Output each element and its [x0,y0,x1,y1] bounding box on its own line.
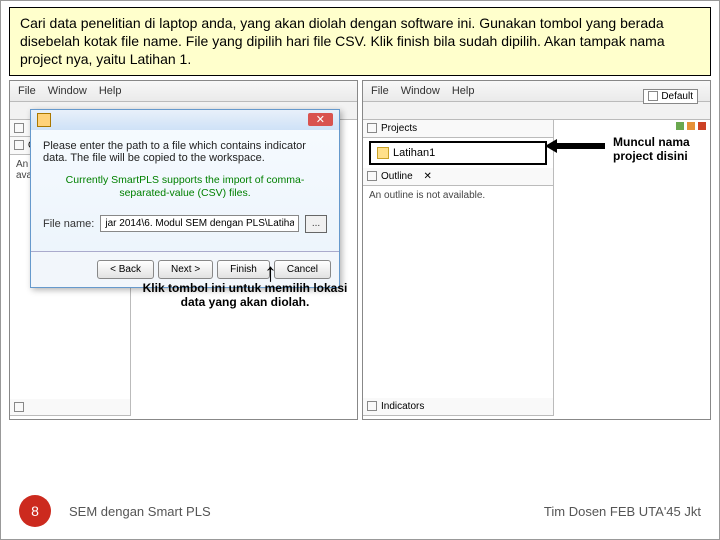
toolbar-right: Default [363,102,710,120]
finish-button[interactable]: Finish [217,260,270,279]
page-number: 8 [19,495,51,527]
menubar: File Window Help [10,81,357,102]
menu-window[interactable]: Window [48,85,87,97]
project-tree-item[interactable]: Latihan1 [369,141,547,165]
menu-help[interactable]: Help [99,85,122,97]
browse-button[interactable]: ... [305,215,327,233]
close-icon[interactable]: ✕ [423,171,431,182]
footer-title: SEM dengan Smart PLS [69,504,211,519]
menu-file[interactable]: File [18,85,36,97]
back-button[interactable]: < Back [97,260,154,279]
outline-message: An outline is not available. [363,186,553,398]
indicators-pane-head: Indicators [363,398,553,416]
outline-pane-head: Outline ✕ [363,168,553,186]
dialog-icon [37,113,51,127]
default-badge[interactable]: Default [643,89,698,104]
arrow-left-icon [545,139,605,158]
cancel-button[interactable]: Cancel [274,260,331,279]
slide-footer: 8 SEM dengan Smart PLS Tim Dosen FEB UTA… [1,495,719,527]
annotation-project-name: Muncul nama project disini [613,135,710,164]
dialog-format-note: Currently SmartPLS supports the import o… [43,174,327,201]
dialog-intro: Please enter the path to a file which co… [43,140,327,164]
file-name-input[interactable] [100,215,299,232]
import-dialog: ✕ Please enter the path to a file which … [30,109,340,288]
footer-author: Tim Dosen FEB UTA'45 Jkt [544,504,701,519]
close-icon[interactable]: ✕ [308,113,333,126]
screenshot-right: File Window Help Default Projects Latiha… [362,80,711,420]
file-name-label: File name: [43,218,94,230]
annotation-browse: Klik tombol ini untuk memilih lokasi dat… [140,281,350,309]
indicators-pane-head [10,399,130,416]
projects-pane-head: Projects [363,120,553,138]
indicator-status-icons [554,120,710,132]
menu-help[interactable]: Help [452,85,475,97]
screenshot-left: File Window Help O An outline is not ava… [9,80,358,420]
folder-icon [377,147,389,159]
project-name-label: Latihan1 [393,147,435,159]
menu-window[interactable]: Window [401,85,440,97]
instruction-callout: Cari data penelitian di laptop anda, yan… [9,7,711,76]
next-button[interactable]: Next > [158,260,213,279]
menu-file[interactable]: File [371,85,389,97]
